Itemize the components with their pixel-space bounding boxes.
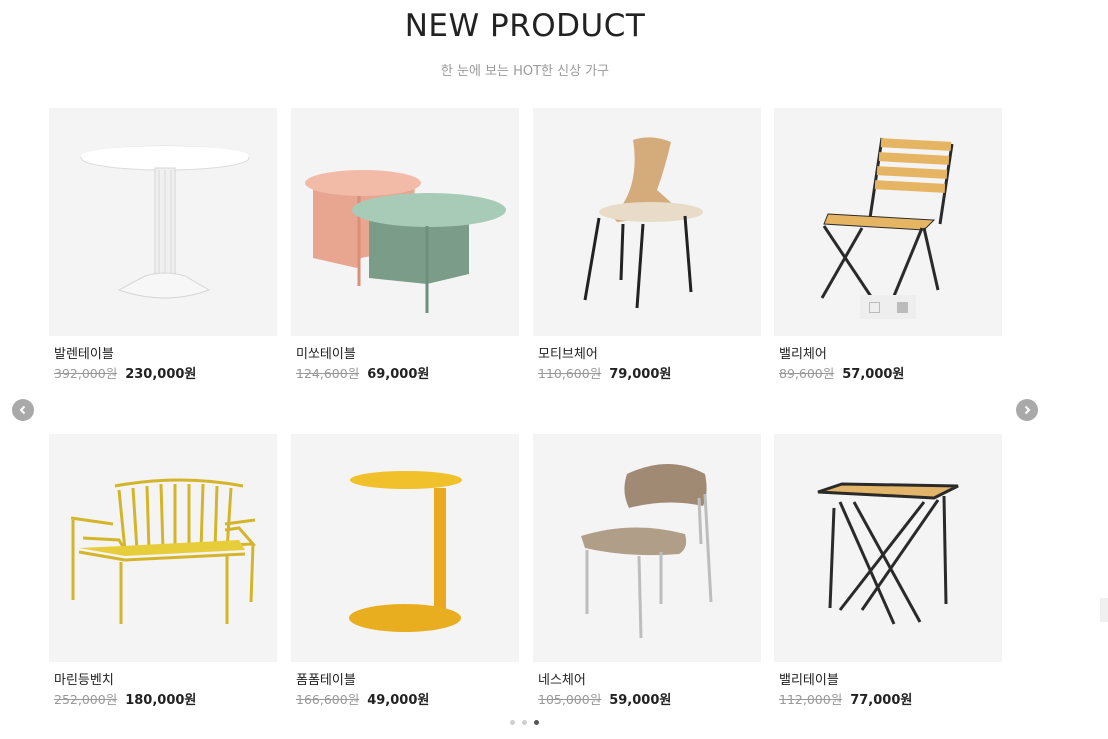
section-subtitle: 한 눈에 보는 HOT한 신상 가구 bbox=[440, 64, 610, 79]
product-price: 49,000원 bbox=[367, 693, 430, 708]
product-image[interactable] bbox=[291, 108, 519, 336]
product-price: 69,000원 bbox=[367, 367, 430, 382]
product-card[interactable]: 마린등벤치 252,000원 180,000원 bbox=[49, 434, 277, 708]
product-image[interactable] bbox=[291, 434, 519, 662]
product-card[interactable]: 모티브체어 110,600원 79,000원 bbox=[533, 108, 761, 382]
product-old-price: 166,600원 bbox=[296, 692, 360, 707]
product-price: 57,000원 bbox=[842, 367, 905, 382]
carousel-next-button[interactable] bbox=[1016, 399, 1038, 421]
pagination-dot[interactable] bbox=[510, 720, 515, 725]
product-image[interactable] bbox=[49, 108, 277, 336]
product-image[interactable] bbox=[774, 434, 1002, 662]
product-name[interactable]: 발렌테이블 bbox=[54, 343, 114, 362]
pagination-dot[interactable] bbox=[522, 720, 527, 725]
product-image[interactable] bbox=[774, 108, 1002, 336]
product-card[interactable]: 폼폼테이블 166,600원 49,000원 bbox=[291, 434, 519, 708]
product-name[interactable]: 모티브체어 bbox=[538, 343, 598, 362]
product-image[interactable] bbox=[533, 434, 761, 662]
copy-icon[interactable] bbox=[868, 301, 880, 313]
quick-tools bbox=[860, 295, 916, 319]
product-price: 59,000원 bbox=[609, 693, 672, 708]
chevron-left-icon bbox=[19, 405, 26, 415]
product-name[interactable]: 네스체어 bbox=[538, 669, 586, 688]
product-name[interactable]: 밸리체어 bbox=[779, 343, 827, 362]
cart-icon[interactable] bbox=[896, 301, 908, 313]
product-image[interactable] bbox=[49, 434, 277, 662]
product-card[interactable]: 네스체어 105,000원 59,000원 bbox=[533, 434, 761, 708]
product-old-price: 392,000원 bbox=[54, 366, 118, 381]
carousel-pagination bbox=[510, 720, 539, 725]
product-name[interactable]: 마린등벤치 bbox=[54, 669, 114, 688]
product-old-price: 252,000원 bbox=[54, 692, 118, 707]
product-price: 79,000원 bbox=[609, 367, 672, 382]
product-name[interactable]: 폼폼테이블 bbox=[296, 669, 356, 688]
pagination-dot-active[interactable] bbox=[534, 720, 539, 725]
product-price: 77,000원 bbox=[850, 693, 913, 708]
product-name[interactable]: 미쏘테이블 bbox=[296, 343, 356, 362]
chevron-right-icon bbox=[1024, 405, 1031, 415]
product-grid: 발렌테이블 392,000원 230,000원 미쏘테이블 124,600원 69,… bbox=[49, 108, 1002, 708]
product-price: 180,000원 bbox=[125, 693, 197, 708]
product-old-price: 105,000원 bbox=[538, 692, 602, 707]
product-old-price: 89,600원 bbox=[779, 366, 835, 381]
product-old-price: 112,000원 bbox=[779, 692, 843, 707]
product-card[interactable]: 미쏘테이블 124,600원 69,000원 bbox=[291, 108, 519, 382]
section-title: NEW PRODUCT bbox=[404, 8, 646, 44]
product-old-price: 124,600원 bbox=[296, 366, 360, 381]
product-price: 230,000원 bbox=[125, 367, 197, 382]
product-image[interactable] bbox=[533, 108, 761, 336]
product-card[interactable]: 발렌테이블 392,000원 230,000원 bbox=[49, 108, 277, 382]
carousel-prev-button[interactable] bbox=[12, 399, 34, 421]
side-tab[interactable] bbox=[1100, 598, 1108, 622]
product-name[interactable]: 밸리테이블 bbox=[779, 669, 839, 688]
product-card[interactable]: 밸리테이블 112,000원 77,000원 bbox=[774, 434, 1002, 708]
product-old-price: 110,600원 bbox=[538, 366, 602, 381]
product-card[interactable]: 밸리체어 89,600원 57,000원 bbox=[774, 108, 1002, 382]
